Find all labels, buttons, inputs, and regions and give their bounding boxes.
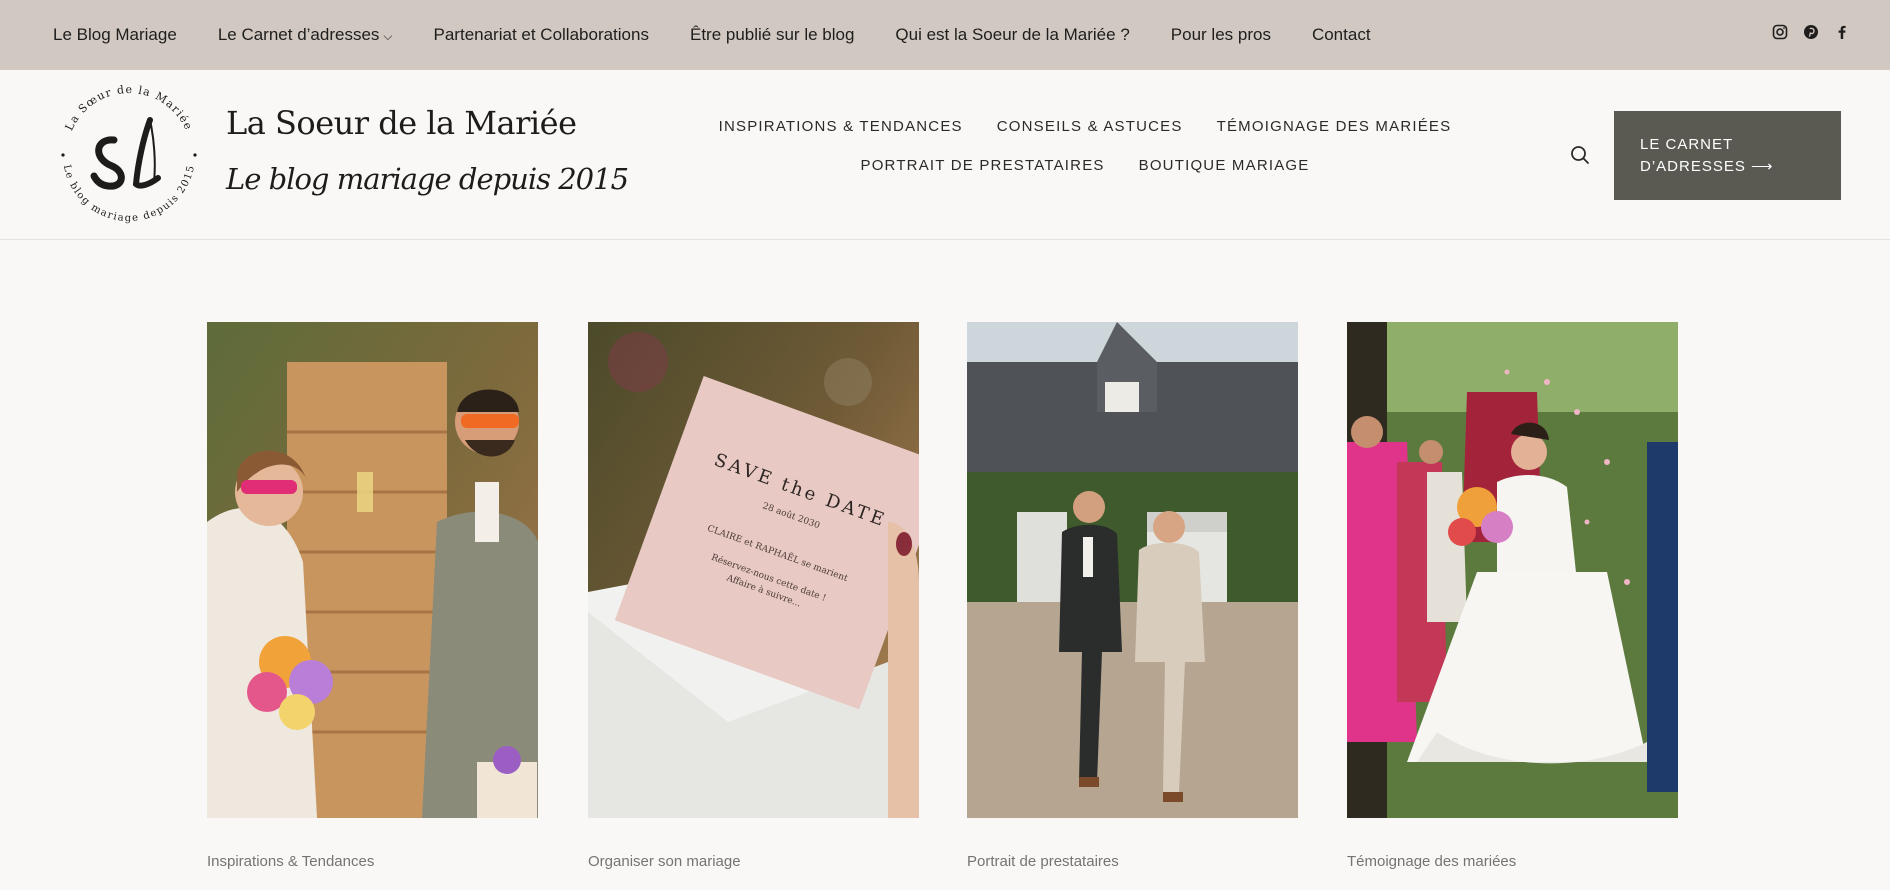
top-nav: Le Blog Mariage Le Carnet d’adresses ⌵ Pa…: [53, 25, 1412, 45]
article-card-temoignage[interactable]: Témoignage des mariées: [1347, 322, 1678, 870]
article-card-organiser[interactable]: SAVE the DATE 28 août 2030 CLAIRE et RAP…: [588, 322, 919, 870]
article-photo-save-the-date[interactable]: SAVE the DATE 28 août 2030 CLAIRE et RAP…: [588, 322, 919, 818]
instagram-icon[interactable]: [1772, 24, 1788, 40]
main-nav: INSPIRATIONS & TENDANCES CONSEILS & ASTU…: [585, 118, 1585, 174]
article-category[interactable]: Inspirations & Tendances: [207, 853, 374, 870]
top-nav-partenariat[interactable]: Partenariat et Collaborations: [434, 25, 649, 45]
svg-text:Le blog mariage depuis 2015: Le blog mariage depuis 2015: [61, 164, 197, 224]
main-nav-temoignage[interactable]: TÉMOIGNAGE DES MARIÉES: [1217, 118, 1452, 135]
article-photo-bride-confetti[interactable]: [1347, 322, 1678, 818]
main-nav-portrait[interactable]: PORTRAIT DE PRESTATAIRES: [860, 157, 1104, 174]
pinterest-icon[interactable]: [1803, 24, 1819, 40]
chevron-down-icon: ⌵: [383, 28, 393, 43]
search-icon[interactable]: [1569, 144, 1591, 166]
top-nav-contact[interactable]: Contact: [1312, 25, 1371, 45]
article-photo-couple-champagne[interactable]: [207, 322, 538, 818]
top-bar: Le Blog Mariage Le Carnet d’adresses ⌵ Pa…: [0, 0, 1890, 70]
top-nav-qui-est[interactable]: Qui est la Soeur de la Mariée ?: [895, 25, 1129, 45]
main-nav-conseils[interactable]: CONSEILS & ASTUCES: [997, 118, 1183, 135]
article-card-portrait[interactable]: Portrait de prestataires: [967, 322, 1298, 870]
article-photo-grooms-chateau[interactable]: [967, 322, 1298, 818]
main-nav-inspirations[interactable]: INSPIRATIONS & TENDANCES: [719, 118, 963, 135]
logo-ring-bottom-text: Le blog mariage depuis 2015: [61, 164, 196, 224]
top-nav-carnet-adresses[interactable]: Le Carnet d’adresses ⌵: [218, 25, 393, 45]
article-category[interactable]: Témoignage des mariées: [1347, 853, 1516, 870]
logo-ring-top-text: La Sœur de la Mariée: [63, 83, 195, 133]
svg-text:La Sœur de la Mariée: La Sœur de la Mariée: [63, 83, 196, 133]
article-category[interactable]: Organiser son mariage: [588, 853, 741, 870]
facebook-icon[interactable]: [1834, 24, 1850, 40]
top-nav-pour-les-pros[interactable]: Pour les pros: [1171, 25, 1271, 45]
cta-line-2: D’ADRESSES ⟶: [1640, 157, 1774, 175]
main-nav-boutique[interactable]: BOUTIQUE MARIAGE: [1139, 157, 1310, 174]
site-title[interactable]: La Soeur de la Mariée: [226, 104, 577, 142]
site-tagline: Le blog mariage depuis 2015: [226, 162, 629, 196]
top-nav-etre-publie[interactable]: Être publié sur le blog: [690, 25, 854, 45]
article-card-inspirations[interactable]: Inspirations & Tendances: [207, 322, 538, 870]
cta-line-1: LE CARNET: [1640, 135, 1734, 153]
logo-seal[interactable]: La Sœur de la Mariée Le blog mariage dep…: [52, 78, 206, 232]
carnet-adresses-button[interactable]: LE CARNET D’ADRESSES ⟶: [1614, 111, 1841, 200]
social-links: [1772, 24, 1850, 40]
article-category[interactable]: Portrait de prestataires: [967, 853, 1119, 870]
top-nav-blog-mariage[interactable]: Le Blog Mariage: [53, 25, 177, 45]
